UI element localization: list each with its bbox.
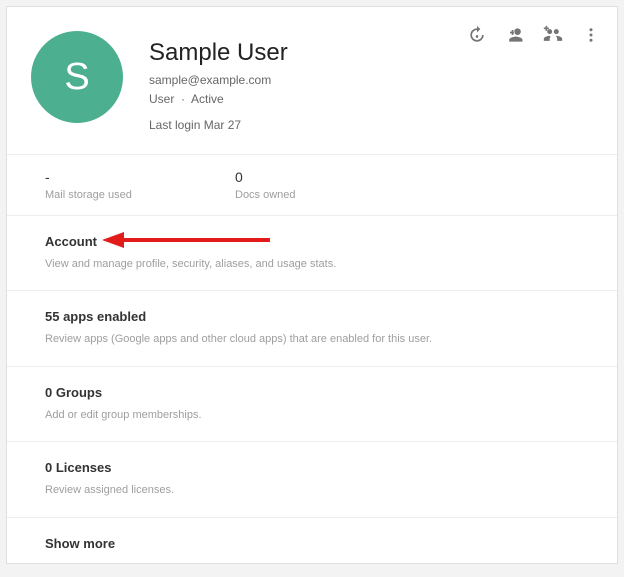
section-licenses[interactable]: 0 Licenses Review assigned licenses. <box>7 442 617 517</box>
show-more-button[interactable]: Show more <box>7 518 617 569</box>
section-account[interactable]: Account View and manage profile, securit… <box>7 216 617 291</box>
section-groups[interactable]: 0 Groups Add or edit group memberships. <box>7 367 617 442</box>
user-role: User <box>149 92 174 106</box>
add-group-icon[interactable] <box>541 23 565 47</box>
section-groups-title: 0 Groups <box>45 385 579 400</box>
section-apps-desc: Review apps (Google apps and other cloud… <box>45 332 579 347</box>
section-account-desc: View and manage profile, security, alias… <box>45 257 579 272</box>
add-user-icon[interactable] <box>503 23 527 47</box>
section-account-title: Account <box>45 234 579 249</box>
section-licenses-desc: Review assigned licenses. <box>45 483 579 498</box>
stat-docs-owned: 0 Docs owned <box>235 169 425 201</box>
docs-owned-value: 0 <box>235 169 425 185</box>
section-apps-title: 55 apps enabled <box>45 309 579 324</box>
section-apps[interactable]: 55 apps enabled Review apps (Google apps… <box>7 291 617 366</box>
user-last-login: Last login Mar 27 <box>149 118 288 132</box>
reset-password-icon[interactable] <box>465 23 489 47</box>
section-licenses-title: 0 Licenses <box>45 460 579 475</box>
stats-row: - Mail storage used 0 Docs owned <box>7 154 617 216</box>
user-name: Sample User <box>149 39 288 67</box>
user-active-status: Active <box>191 92 224 106</box>
avatar-initial: S <box>64 56 89 99</box>
section-groups-desc: Add or edit group memberships. <box>45 408 579 423</box>
user-email: sample@example.com <box>149 73 288 87</box>
user-status: User · Active <box>149 92 288 106</box>
mail-storage-value: - <box>45 169 235 185</box>
status-separator: · <box>181 92 185 106</box>
avatar: S <box>31 31 123 123</box>
more-icon[interactable] <box>579 23 603 47</box>
docs-owned-label: Docs owned <box>235 189 425 201</box>
stat-mail-storage: - Mail storage used <box>45 169 235 201</box>
user-header: S Sample User sample@example.com User · … <box>7 7 617 154</box>
user-card: S Sample User sample@example.com User · … <box>6 6 618 564</box>
mail-storage-label: Mail storage used <box>45 189 235 201</box>
header-toolbar <box>465 23 603 47</box>
user-info: Sample User sample@example.com User · Ac… <box>149 31 288 132</box>
